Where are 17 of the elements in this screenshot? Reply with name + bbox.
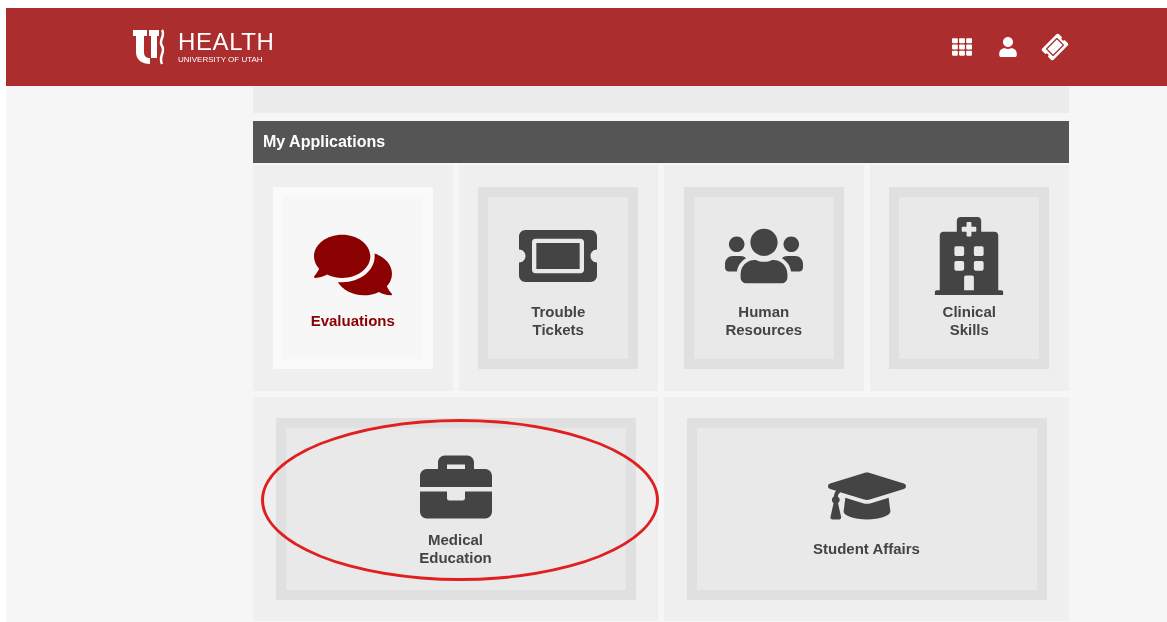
app-tile[interactable]: Trouble Tickets <box>478 187 639 369</box>
app-tile[interactable]: Clinical Skills <box>889 187 1050 369</box>
app-tile[interactable]: Student Affairs <box>686 418 1047 600</box>
tile-label: Student Affairs <box>813 540 920 558</box>
tile-label: Medical Education <box>419 531 492 567</box>
app-tile[interactable]: Evaluations <box>272 187 433 369</box>
section-title: My Applications <box>263 132 386 152</box>
tile-label: Human Resources <box>725 303 803 339</box>
app-tile[interactable]: Human Resources <box>683 187 844 369</box>
apps-grid-icon[interactable] <box>951 37 973 57</box>
user-icon[interactable] <box>999 37 1017 57</box>
tile-label: Trouble Tickets <box>531 303 586 339</box>
app-tile[interactable]: Medical Education <box>275 418 636 600</box>
logo-subtitle: UNIVERSITY OF UTAH <box>178 56 264 64</box>
tile-label: Clinical Skills <box>942 303 996 339</box>
tile-label: Evaluations <box>310 312 395 330</box>
logo-title: HEALTH <box>178 30 275 54</box>
